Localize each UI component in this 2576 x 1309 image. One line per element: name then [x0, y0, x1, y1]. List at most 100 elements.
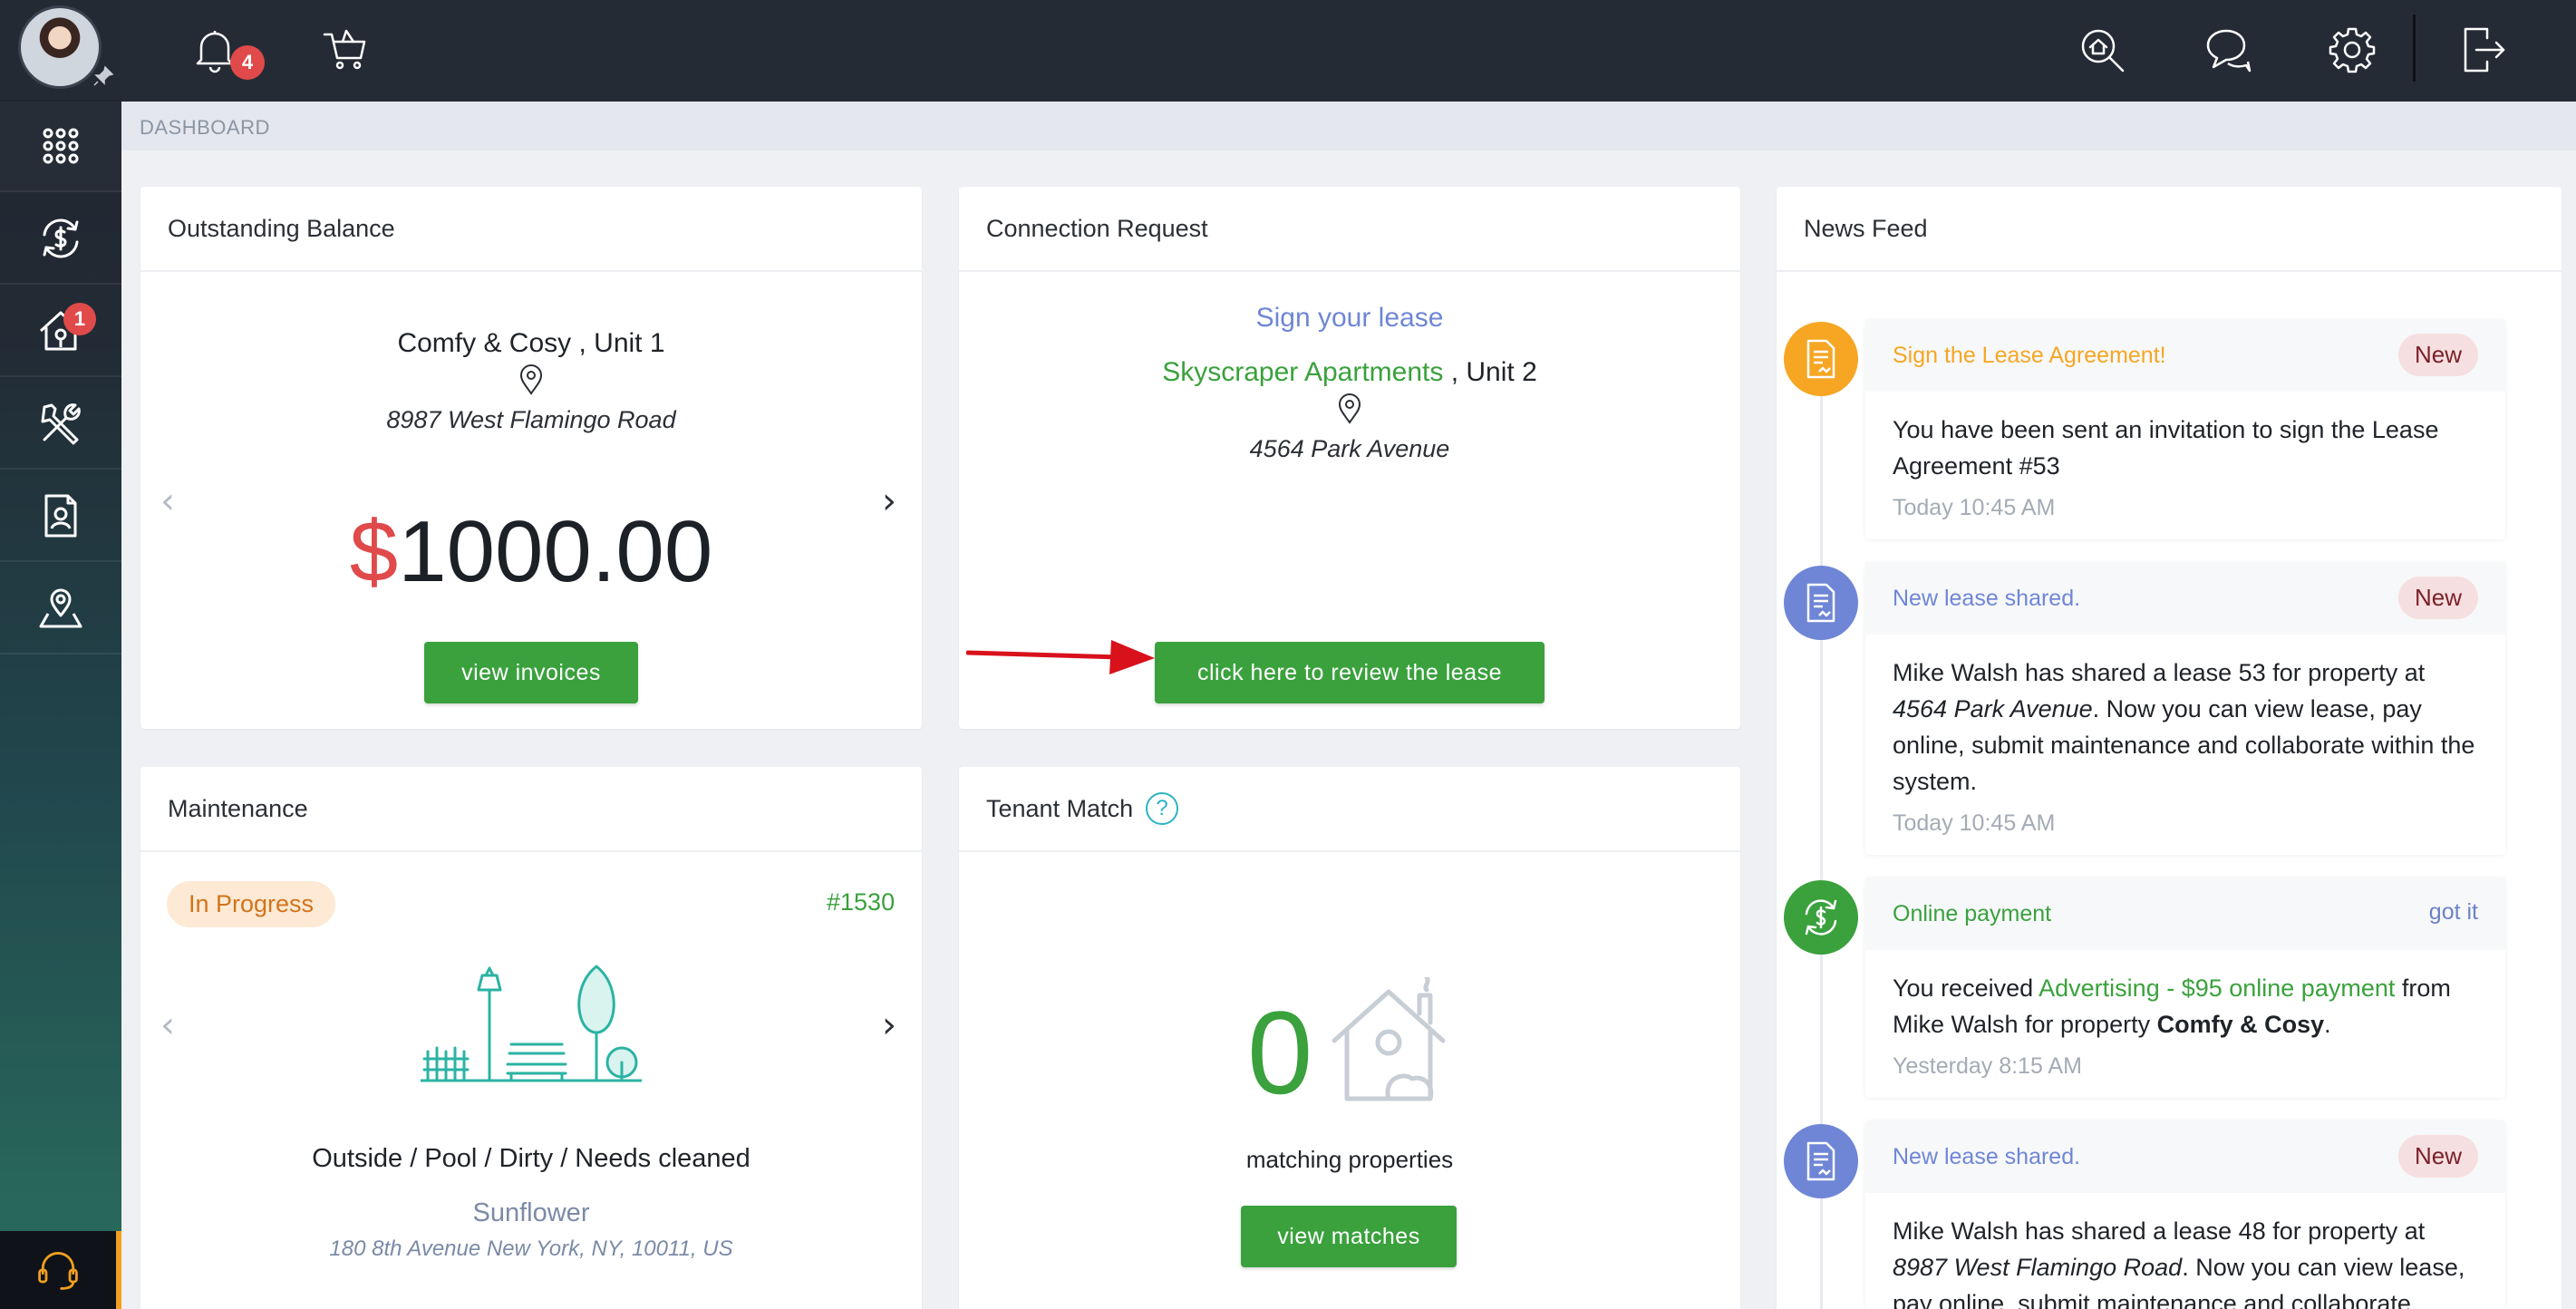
- maintenance-property[interactable]: Sunflower: [140, 1198, 922, 1228]
- grid-icon: [43, 128, 79, 164]
- messages-button[interactable]: [2197, 20, 2257, 80]
- topbar: 4: [121, 0, 2576, 102]
- news-item-body: Mike Walsh has shared a lease 53 for pro…: [1865, 635, 2505, 800]
- lease-property: Skyscraper Apartments , Unit 2: [959, 357, 1740, 388]
- avatar-area: [0, 0, 121, 100]
- body-text: Mike Walsh has shared a lease 48 for pro…: [1893, 1217, 2426, 1245]
- cart-icon: [323, 29, 366, 70]
- news-item-time: Today 10:45 AM: [1893, 495, 2056, 520]
- location-pin-icon: [1338, 393, 1361, 424]
- sidebar-item-payments[interactable]: [0, 194, 121, 285]
- home-search-icon: [2081, 29, 2125, 73]
- settings-button[interactable]: [2322, 20, 2382, 80]
- arrow-annotation-icon: [966, 640, 1155, 674]
- avatar[interactable]: [18, 5, 102, 89]
- lease-doc-icon: [1784, 322, 1858, 396]
- news-item[interactable]: Sign the Lease Agreement! New You have b…: [1865, 319, 2505, 539]
- map-pin-icon: [39, 588, 82, 628]
- matching-label: matching properties: [1245, 1146, 1454, 1173]
- property-address: 8987 West Flamingo Road: [386, 406, 676, 433]
- sign-lease-heading: Sign your lease: [1255, 303, 1444, 333]
- headset-icon: [38, 1252, 78, 1290]
- body-text: You received: [1893, 974, 2039, 1002]
- news-item-header: New lease shared. New: [1865, 562, 2505, 635]
- issue-description: Outside / Pool / Dirty / Needs cleaned: [312, 1144, 751, 1173]
- card-title: Tenant Match: [986, 794, 1134, 822]
- card-title: Maintenance: [140, 767, 922, 852]
- property-link[interactable]: Skyscraper Apartments: [1162, 357, 1443, 387]
- status-badge: In Progress: [167, 881, 336, 927]
- outdoor-park-icon: [421, 965, 642, 1082]
- sidebar-item-dashboard[interactable]: [0, 102, 121, 192]
- news-item-body: You received Advertising - $95 online pa…: [1865, 950, 2505, 1042]
- unit-label: , Unit 2: [1443, 357, 1537, 387]
- pin-icon[interactable]: [92, 65, 114, 87]
- chevron-left-icon[interactable]: ‹: [160, 1004, 175, 1046]
- balance-value: 1000.00: [398, 503, 713, 600]
- chevron-right-icon[interactable]: ›: [882, 1004, 896, 1046]
- sidebar-item-maintenance[interactable]: [0, 379, 121, 470]
- house-icon: [1332, 977, 1446, 1101]
- news-item-title: Online payment: [1893, 900, 2052, 926]
- money-cycle-icon: [1784, 880, 1858, 955]
- connection-request-card: Connection Request Sign your lease Skysc…: [959, 187, 1740, 729]
- sidebar-item-locations[interactable]: [0, 564, 121, 654]
- lease-address: 4564 Park Avenue: [1249, 435, 1450, 462]
- ticket-number[interactable]: #1530: [827, 888, 895, 916]
- help-icon[interactable]: ?: [1146, 792, 1179, 825]
- tools-icon: [41, 403, 81, 445]
- tenant-doc-icon: [44, 494, 77, 538]
- balance-amount: $1000.00: [140, 502, 922, 602]
- news-item-time: Today 10:45 AM: [1893, 810, 2056, 836]
- news-item[interactable]: New lease shared. New Mike Walsh has sha…: [1865, 562, 2505, 855]
- news-item-body: Mike Walsh has shared a lease 48 for pro…: [1865, 1193, 2505, 1309]
- card-title: Connection Request: [959, 187, 1740, 272]
- sidebar: 1: [0, 0, 121, 1309]
- card-title: Outstanding Balance: [140, 187, 922, 272]
- news-item-header: Sign the Lease Agreement! New: [1865, 319, 2505, 392]
- news-item[interactable]: New lease shared. New Mike Walsh has sha…: [1865, 1120, 2505, 1309]
- news-item-header: New lease shared. New: [1865, 1120, 2505, 1193]
- card-title: News Feed: [1777, 187, 2561, 272]
- breadcrumb-bar: DASHBOARD: [121, 102, 2576, 150]
- breadcrumb[interactable]: DASHBOARD: [140, 116, 270, 140]
- support-button[interactable]: [0, 1231, 121, 1309]
- logout-button[interactable]: [2453, 20, 2513, 80]
- property-name: Comfy & Cosy , Unit 1: [397, 328, 665, 358]
- view-invoices-button[interactable]: view invoices: [424, 642, 638, 703]
- payment-link[interactable]: Advertising - $95 online payment: [2039, 974, 2395, 1002]
- body-address: 8987 West Flamingo Road: [1893, 1254, 2183, 1281]
- money-cycle-icon: [43, 218, 79, 258]
- body-property: Comfy & Cosy: [2156, 1011, 2325, 1038]
- location-pin-icon: [519, 364, 543, 395]
- view-matches-button[interactable]: view matches: [1241, 1206, 1457, 1267]
- notification-count-badge: 4: [230, 45, 265, 80]
- news-item[interactable]: Online payment got it You received Adver…: [1865, 878, 2505, 1098]
- match-count: 0: [1247, 986, 1313, 1119]
- body-address: 4564 Park Avenue: [1893, 695, 2093, 722]
- lease-doc-icon: [1784, 1124, 1858, 1198]
- cart-button[interactable]: [315, 20, 375, 80]
- news-item-title: New lease shared.: [1893, 1143, 2081, 1169]
- review-lease-button[interactable]: click here to review the lease: [1155, 642, 1545, 703]
- got-it-link[interactable]: got it: [2429, 899, 2478, 926]
- news-item-header: Online payment got it: [1865, 878, 2505, 950]
- body-text: Mike Walsh has shared a lease 53 for pro…: [1893, 659, 2426, 686]
- sidebar-item-properties[interactable]: 1: [0, 286, 121, 377]
- news-item-body: You have been sent an invitation to sign…: [1893, 416, 2439, 480]
- logout-icon: [2464, 27, 2505, 73]
- gear-icon: [2329, 27, 2376, 73]
- currency-symbol: $: [349, 503, 399, 600]
- card-title-row: Tenant Match ?: [959, 767, 1740, 852]
- sidebar-item-documents[interactable]: [0, 471, 121, 562]
- new-badge: New: [2397, 334, 2478, 376]
- new-badge: New: [2397, 577, 2478, 619]
- properties-badge: 1: [63, 303, 96, 335]
- property-search-button[interactable]: [2072, 20, 2132, 80]
- news-item-title: New lease shared.: [1893, 585, 2081, 611]
- maintenance-address: 180 8th Avenue New York, NY, 10011, US: [329, 1236, 733, 1261]
- outstanding-balance-card: Outstanding Balance Comfy & Cosy , Unit …: [140, 187, 922, 729]
- chat-icon: [2206, 29, 2252, 73]
- new-badge: New: [2397, 1135, 2478, 1178]
- body-text: .: [2324, 1011, 2331, 1038]
